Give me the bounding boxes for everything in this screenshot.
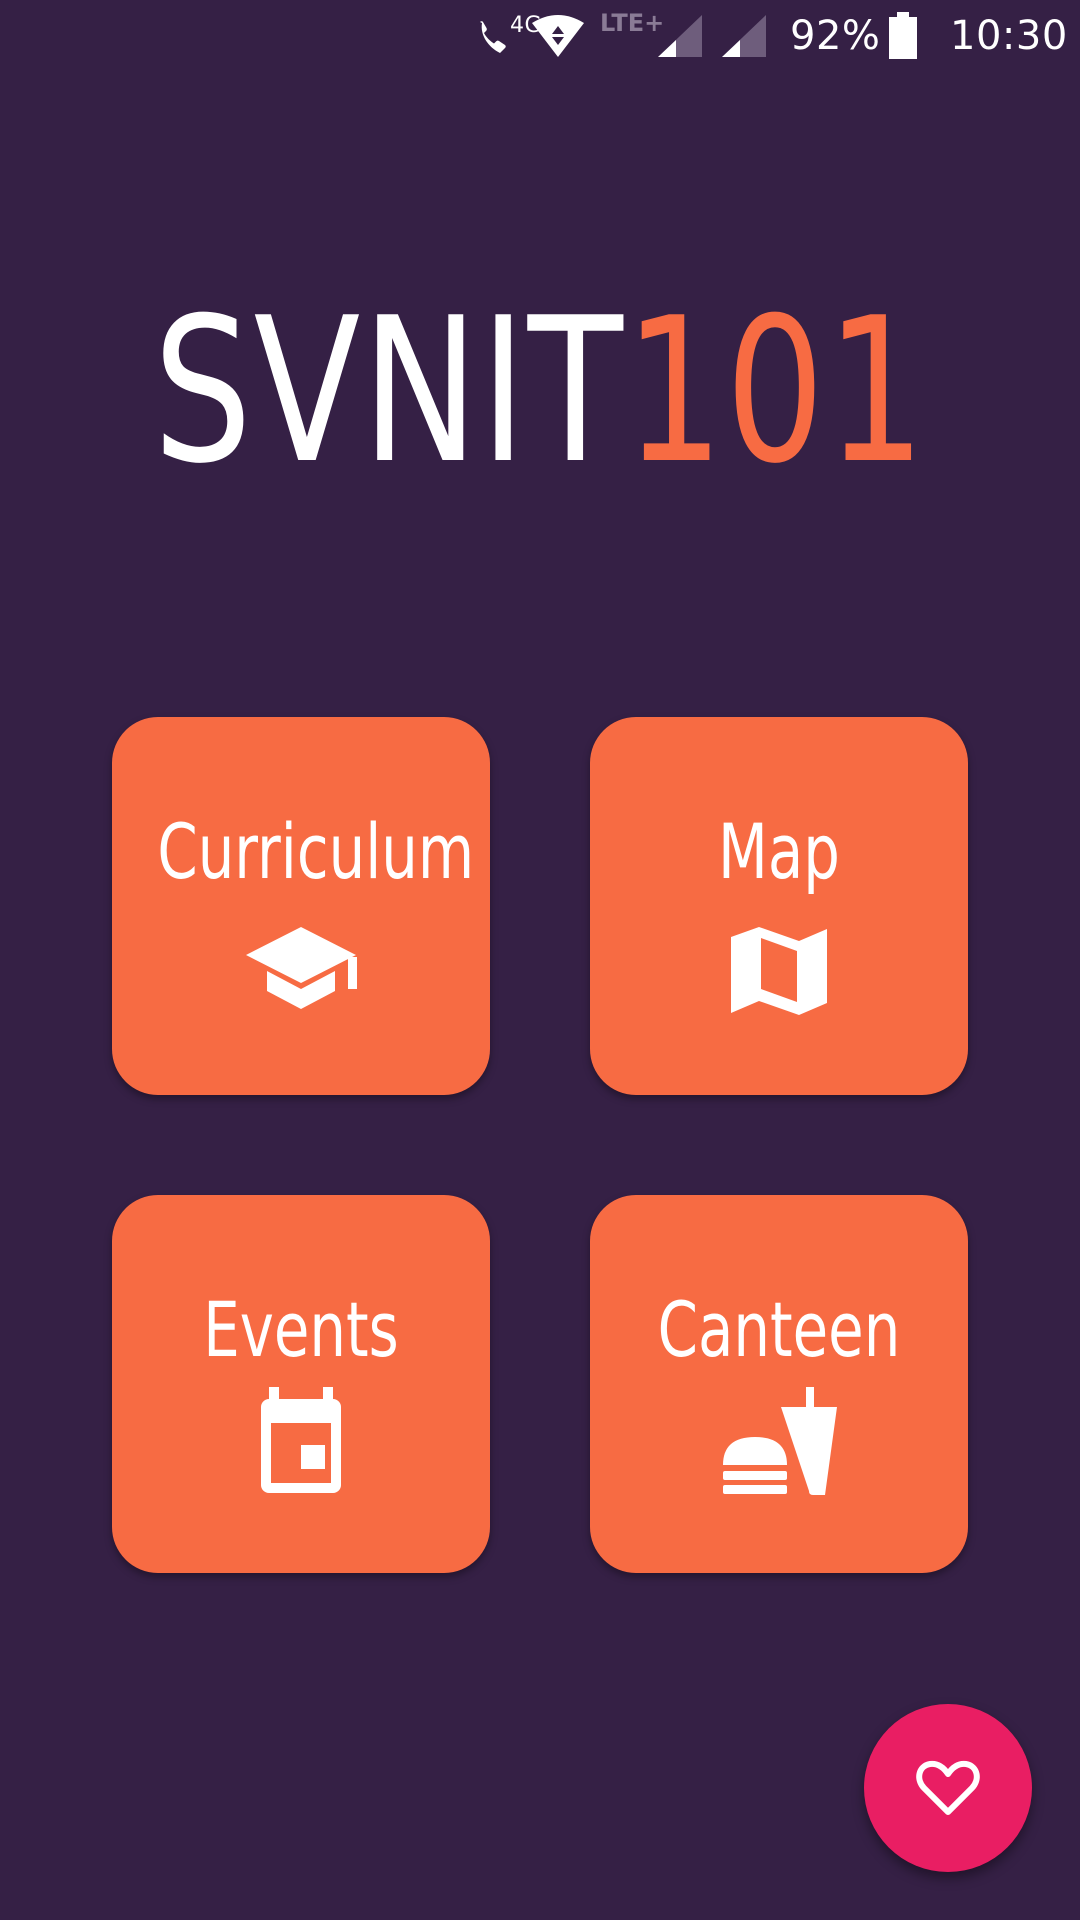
signal-icon [656, 10, 704, 62]
battery-percent: 92% [790, 10, 880, 62]
network-type: LTE+ [600, 8, 664, 38]
heart-outline-icon [916, 1760, 980, 1815]
clock: 10:30 [950, 10, 1068, 62]
clock-label: 10:30 [950, 13, 1068, 59]
curriculum-tile[interactable]: Curriculum [112, 717, 490, 1095]
fastfood-icon [723, 1387, 837, 1495]
curriculum-label: Curriculum [157, 807, 475, 896]
canteen-tile[interactable]: Canteen [590, 1195, 968, 1573]
events-label: Events [203, 1285, 399, 1374]
signal-icon [720, 10, 768, 62]
favorite-button[interactable] [864, 1704, 1032, 1872]
battery-percent-label: 92% [790, 13, 881, 59]
app-logo: SVNIT101 [119, 272, 961, 512]
calendar-event-icon [261, 1387, 341, 1493]
map-tile[interactable]: Map [590, 717, 968, 1095]
map-label: Map [718, 807, 840, 896]
logo-primary: SVNIT [153, 275, 625, 508]
wifi-icon [530, 10, 586, 62]
events-tile[interactable]: Events [112, 1195, 490, 1573]
status-bar: 4G LTE+ 92% 10:30 [0, 0, 1080, 72]
network-type-label: LTE+ [600, 9, 665, 37]
graduation-cap-icon [246, 927, 357, 1009]
logo-accent: 101 [624, 275, 927, 508]
canteen-label: Canteen [657, 1285, 901, 1374]
battery-icon [888, 10, 918, 62]
map-icon [731, 927, 827, 1015]
